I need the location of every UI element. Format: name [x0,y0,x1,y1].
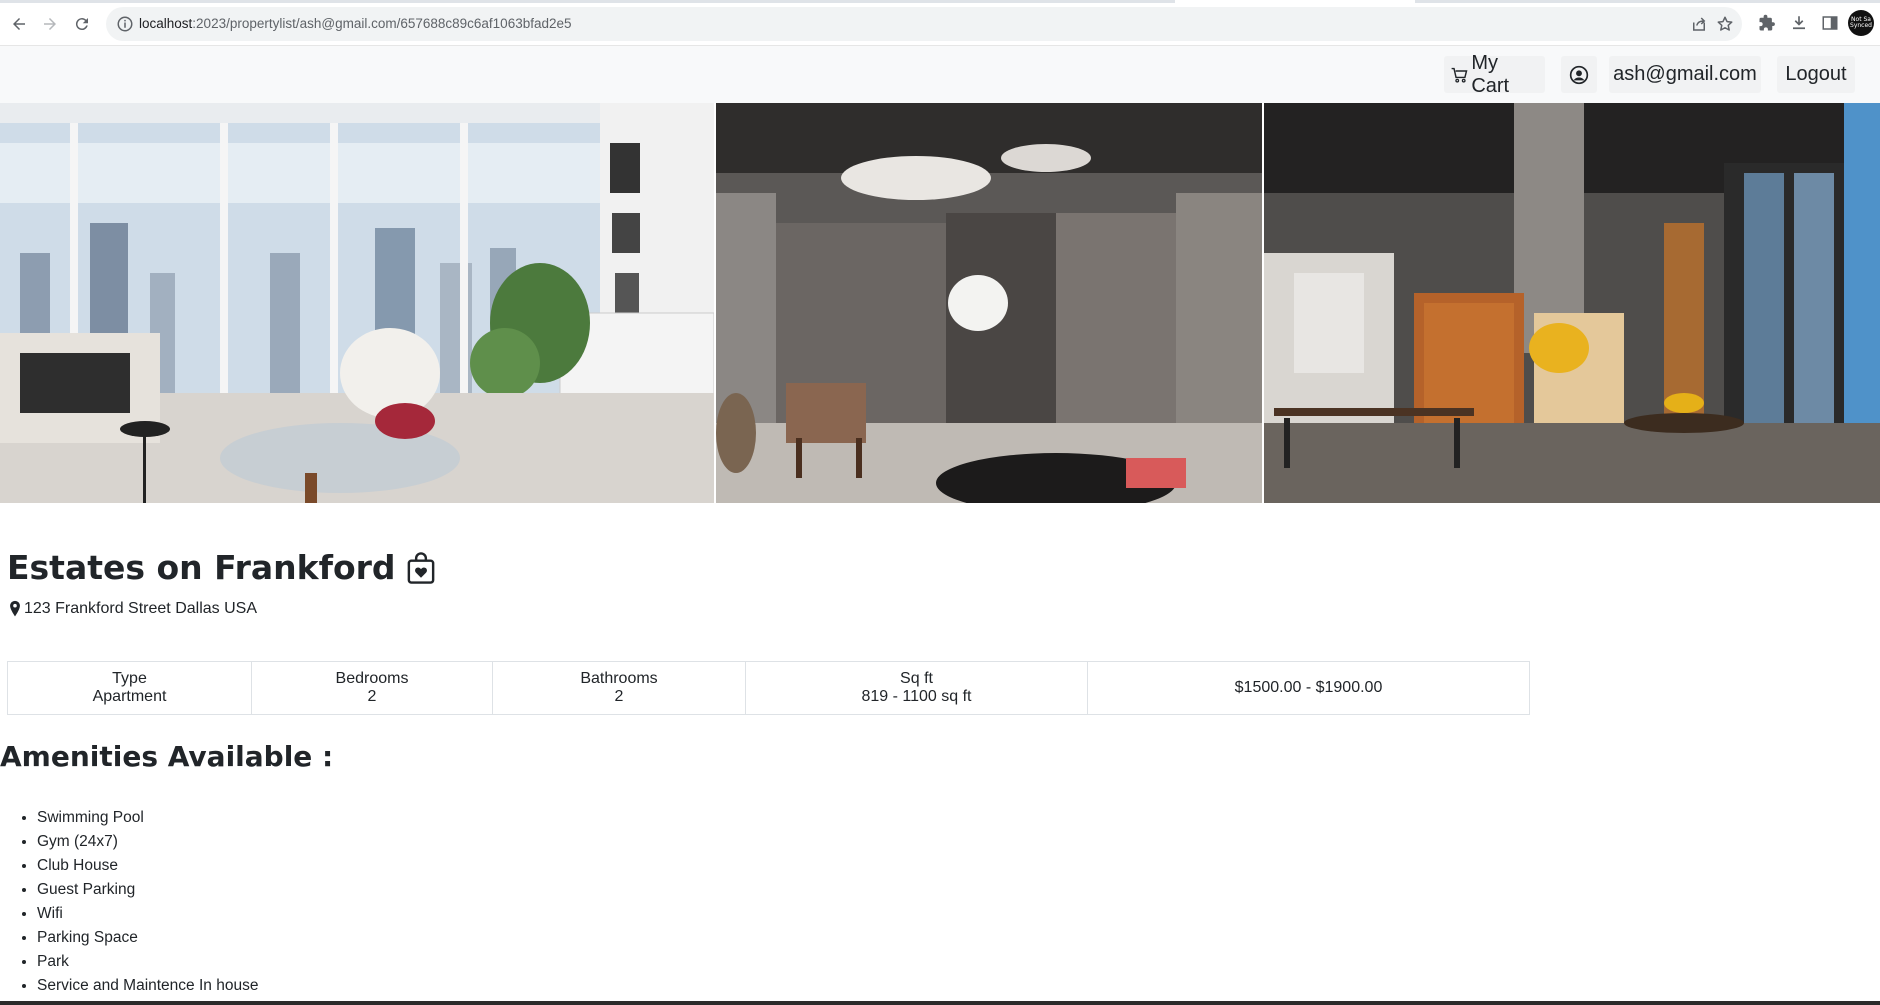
list-item: Club House [37,854,258,878]
property-title-row: Estates on Frankford [7,548,436,587]
property-title: Estates on Frankford [7,548,396,587]
reload-icon[interactable] [70,12,94,36]
tab-strip [0,0,1880,3]
bathrooms-label: Bathrooms [580,670,658,687]
bathrooms-cell: Bathrooms 2 [492,661,746,715]
bedrooms-cell: Bedrooms 2 [251,661,493,715]
bookmark-star-icon[interactable] [1716,15,1734,33]
user-email: ash@gmail.com [1613,63,1757,85]
url-text[interactable]: localhost:2023/propertylist/ash@gmail.co… [139,16,572,31]
gallery-photo-living-room[interactable] [0,103,714,503]
cart-icon [1451,67,1468,83]
app-navbar: My Cart ash@gmail.com Logout [0,46,1880,103]
bedrooms-label: Bedrooms [335,670,409,687]
list-item: Gym (24x7) [37,830,258,854]
property-gallery [0,103,1880,503]
list-item: Guest Parking [37,878,258,902]
bedrooms-value: 2 [367,688,377,705]
property-address: 123 Frankford Street Dallas USA [24,600,257,617]
bottom-edge [0,1001,1880,1005]
back-icon[interactable] [7,12,31,36]
type-cell: Type Apartment [7,661,252,715]
list-item: Wifi [37,902,258,926]
logout-link[interactable]: Logout [1777,56,1855,93]
share-icon[interactable] [1690,15,1708,33]
user-email-link[interactable]: ash@gmail.com [1609,56,1761,93]
amenities-heading: Amenities Available : [0,740,334,773]
account-link[interactable] [1561,56,1597,93]
amenities-list: Swimming Pool Gym (24x7) Club House Gues… [0,806,258,998]
list-item: Parking Space [37,926,258,950]
shopping-bag-heart-icon[interactable] [406,551,436,585]
user-circle-icon [1569,65,1589,84]
map-pin-icon [10,600,20,617]
list-item: Swimming Pool [37,806,258,830]
list-item: Service and Maintence In house [37,974,258,998]
type-value: Apartment [92,688,167,705]
url-path: :2023/propertylist/ash@gmail.com/657688c… [192,16,572,31]
price-cell: $1500.00 - $1900.00 [1087,661,1530,715]
site-info-icon[interactable] [116,15,134,33]
list-item: Park [37,950,258,974]
type-label: Type [112,670,147,687]
gallery-photo-dark-interior[interactable] [716,103,1262,503]
bathrooms-value: 2 [614,688,624,705]
gallery-photo-loft-office[interactable] [1264,103,1880,503]
forward-icon[interactable] [38,12,62,36]
property-address-row: 123 Frankford Street Dallas USA [8,600,257,618]
logout-label: Logout [1785,63,1847,85]
extensions-puzzle-icon[interactable] [1756,12,1778,34]
download-icon[interactable] [1788,12,1810,34]
address-bar[interactable]: localhost:2023/propertylist/ash@gmail.co… [106,7,1742,41]
property-details-table: Type Apartment Bedrooms 2 Bathrooms 2 Sq… [7,661,1530,715]
price-value: $1500.00 - $1900.00 [1234,679,1383,696]
url-host: localhost [139,16,193,31]
browser-toolbar: localhost:2023/propertylist/ash@gmail.co… [0,0,1880,46]
side-panel-icon[interactable] [1819,12,1841,34]
sqft-cell: Sq ft 819 - 1100 sq ft [745,661,1088,715]
sqft-value: 819 - 1100 sq ft [861,688,972,705]
sqft-label: Sq ft [900,670,933,687]
my-cart-link[interactable]: My Cart [1444,52,1545,97]
table-row: Type Apartment Bedrooms 2 Bathrooms 2 Sq… [7,661,1530,715]
my-cart-label: My Cart [1471,51,1510,97]
profile-avatar[interactable]: Not Sa Synced [1848,10,1874,36]
